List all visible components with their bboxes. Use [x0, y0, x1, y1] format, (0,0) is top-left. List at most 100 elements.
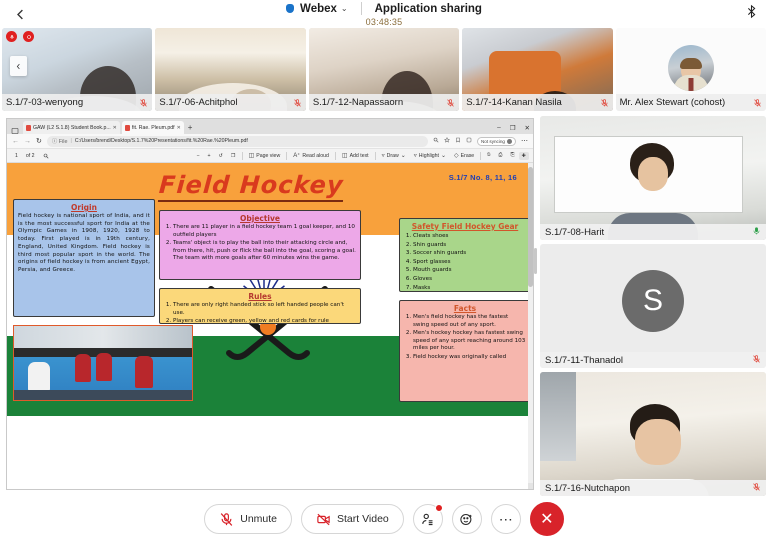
participant-tile[interactable]: S.1/7-03-wenyong [2, 28, 153, 111]
pdf-page-total: of 2 [25, 152, 35, 159]
pdf-page-content: Field Hockey S.1/7 No. 8, 11, 16 Origin … [7, 163, 533, 489]
gear-item: Masks [413, 284, 526, 291]
sidebar-video-panel[interactable]: S.1/7-16-Nutchapon [540, 372, 766, 496]
participant-name-bar: S.1/7-06-Achitphol [155, 94, 306, 111]
browser-menu-icon[interactable]: ⋯ [521, 137, 528, 145]
origin-heading: Origin [71, 203, 97, 212]
start-video-button[interactable]: Start Video [301, 504, 404, 534]
video-feed [540, 372, 766, 496]
more-options-icon: ⋯ [498, 511, 513, 527]
poster-facts-box: Facts Men's field hockey has the fastest… [399, 300, 531, 402]
bluetooth-icon[interactable] [744, 4, 759, 19]
mic-muted-icon [752, 481, 761, 496]
maximize-button[interactable]: ❐ [510, 124, 516, 132]
pdf-rotate-button[interactable]: ↺ [215, 153, 227, 159]
minimize-button[interactable]: – [497, 124, 501, 132]
close-icon[interactable]: ✕ [177, 125, 181, 131]
close-window-button[interactable]: ✕ [525, 124, 530, 132]
pdf-find-icon[interactable] [39, 153, 53, 159]
camera-off-icon [316, 512, 331, 527]
draw-icon: ▿ [381, 153, 385, 159]
gear-heading: Safety Field Hockey Gear [411, 222, 519, 231]
erase-icon: ◇ [454, 153, 459, 159]
extensions-icon[interactable] [466, 137, 472, 145]
participant-filmstrip[interactable]: S.1/7-03-wenyong S.1/7-06-Achitphol S.1/… [0, 28, 768, 113]
forward-icon[interactable]: → [24, 138, 31, 145]
participant-tile[interactable]: Mr. Alex Stewart (cohost) [615, 28, 767, 111]
facts-item: Men's field hockey has the fastest swing… [413, 314, 526, 329]
browser-toolbar-icons[interactable]: Not syncing ⋯ [433, 136, 528, 146]
scroll-down-arrow[interactable] [528, 483, 533, 489]
more-options-button[interactable]: ⋯ [490, 504, 521, 534]
pdf-draw-button[interactable]: ▿ Draw ⌄ [378, 152, 410, 160]
pdf-add-text-button[interactable]: ◫ Add text [338, 152, 373, 160]
unmute-label: Unmute [240, 513, 277, 525]
add-text-label: Add text [349, 152, 369, 159]
objective-item: There are 11 player in a field hockey te… [173, 224, 356, 239]
new-tab-button[interactable]: + [188, 123, 193, 132]
back-icon[interactable]: ← [12, 138, 19, 145]
end-call-button[interactable]: ✕ [529, 502, 564, 536]
sidebar-video-panel[interactable]: S S.1/7-11-Thanadol [540, 244, 766, 368]
shared-application-window[interactable]: GAW (L2 S.1.8) Student Book.p... ✕ fit. … [6, 118, 534, 490]
filmstrip-prev-button[interactable] [10, 56, 27, 76]
sidebar-video-panel[interactable]: S.1/7-08-Harit [540, 116, 766, 240]
window-controls[interactable]: – ❐ ✕ [497, 124, 530, 132]
participants-button[interactable] [412, 504, 443, 534]
pdf-pin-icon[interactable]: ✚ [518, 151, 529, 160]
pdf-share-icon[interactable]: ⎘ [506, 152, 518, 159]
pdf-zoom-out-button[interactable]: − [193, 153, 204, 159]
participant-name: Mr. Alex Stewart (cohost) [619, 97, 726, 108]
facts-item: Field hockey was originally called [413, 354, 526, 362]
pdf-page-view-button[interactable]: ◫ Page view [245, 152, 285, 160]
pdf-highlight-button[interactable]: ▿ Highlight ⌄ [410, 152, 450, 160]
tab-search-icon[interactable] [11, 122, 20, 134]
participant-name-bar: S.1/7-16-Nutchapon [540, 480, 766, 496]
browser-nav-bar[interactable]: ← → ↻ ⓘ File | C:/Users/brend/Desktop/S.… [7, 134, 533, 149]
address-bar[interactable]: ⓘ File | C:/Users/brend/Desktop/S.1.7%20… [46, 135, 428, 147]
unmute-button[interactable]: Unmute [204, 504, 292, 534]
participant-tile[interactable]: S.1/7-06-Achitphol [155, 28, 306, 111]
reactions-button[interactable] [451, 504, 482, 534]
reload-icon[interactable]: ↻ [36, 137, 42, 145]
pdf-scrollbar[interactable] [528, 163, 533, 489]
sidebar-scrollbar[interactable] [534, 248, 537, 274]
pdf-zoom-in-button[interactable]: + [204, 153, 215, 159]
participant-name: S.1/7-08-Harit [545, 226, 605, 238]
avatar [667, 44, 714, 91]
facts-item: Men's hockey hockey has fastest swing sp… [413, 330, 526, 353]
participant-name: S.1/7-03-wenyong [6, 97, 84, 108]
browser-tab[interactable]: GAW (L2 S.1.8) Student Book.p... ✕ [23, 121, 120, 134]
browser-tab-active[interactable]: fit. Rae. Pleum.pdf ✕ [121, 121, 184, 134]
chevron-down-icon[interactable]: ⌄ [441, 152, 446, 159]
mic-muted-icon [753, 97, 762, 109]
participant-tile[interactable]: S.1/7-14-Kanan Nasila [462, 28, 613, 111]
header-divider [360, 2, 362, 15]
pdf-toolbar[interactable]: 1 of 2 − + ↺ ❐ ◫ Page view A⁺ Read aloud… [7, 149, 533, 163]
tab-title: fit. Rae. Pleum.pdf [131, 124, 175, 131]
chevron-down-icon[interactable]: ⌄ [341, 4, 348, 13]
meeting-header: Webex ⌄ Application sharing 03:48:35 [0, 0, 768, 28]
search-icon[interactable] [433, 137, 439, 145]
video-sidebar[interactable]: S.1/7-08-Harit S S.1/7-11-Thanadol S.1/7… [538, 116, 768, 498]
meeting-control-bar[interactable]: Unmute Start Video ⋯ ✕ [0, 498, 768, 540]
pdf-read-aloud-button[interactable]: A⁺ Read aloud [289, 152, 333, 160]
erase-label: Erase [460, 152, 475, 159]
profile-sync-button[interactable]: Not syncing [476, 136, 516, 146]
close-icon[interactable]: ✕ [113, 125, 117, 131]
pdf-scrollbar-thumb[interactable] [528, 167, 533, 287]
favorite-icon[interactable] [444, 137, 450, 145]
pdf-fit-button[interactable]: ❐ [227, 153, 240, 159]
pdf-erase-button[interactable]: ◇ Erase [450, 152, 478, 160]
pdf-save-icon[interactable]: ⍉ [483, 152, 494, 159]
toolbar-divider [286, 151, 288, 160]
tab-favicon-icon [124, 124, 130, 131]
poster-title: Field Hockey [157, 171, 345, 202]
collections-icon[interactable] [455, 137, 461, 145]
pdf-print-icon[interactable]: ⎙ [494, 152, 506, 159]
pdf-page-current[interactable]: 1 [11, 153, 22, 159]
mic-muted-icon [219, 512, 234, 527]
chevron-down-icon[interactable]: ⌄ [401, 152, 406, 159]
participant-tile[interactable]: S.1/7-12-Napassaorn [308, 28, 460, 111]
browser-tab-bar[interactable]: GAW (L2 S.1.8) Student Book.p... ✕ fit. … [7, 119, 533, 134]
